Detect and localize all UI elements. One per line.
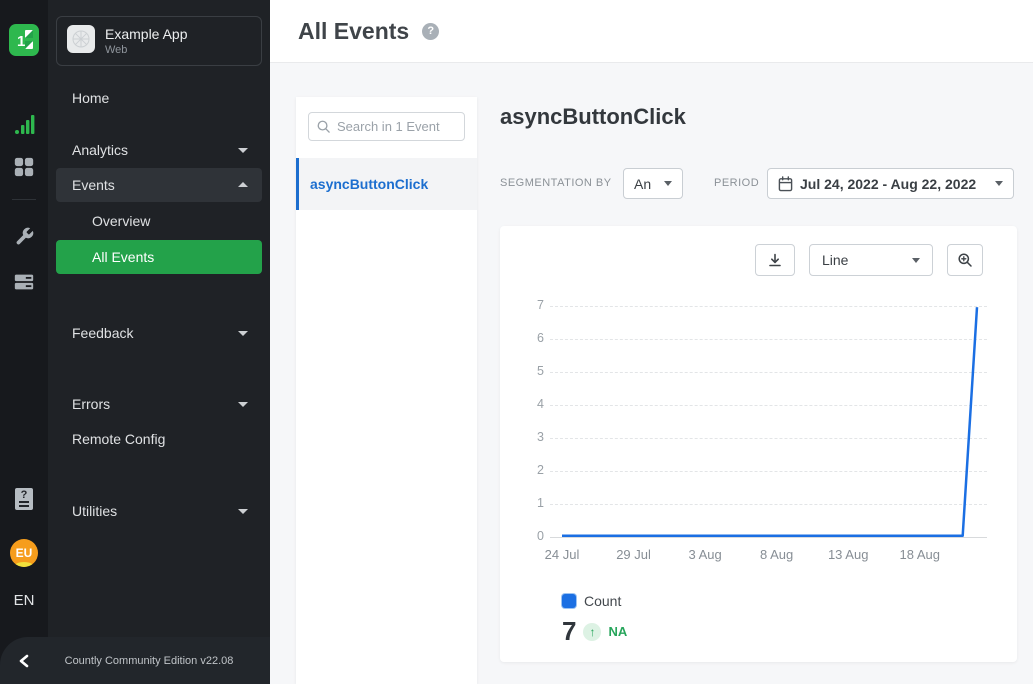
legend-checkbox-icon[interactable] [562,594,576,608]
sidebar-item-events[interactable]: Events [56,168,262,202]
sidebar-item-remote-config[interactable]: Remote Config [48,422,270,456]
sidebar-item-overview[interactable]: Overview [48,204,270,238]
help-icon[interactable]: ? [422,23,439,40]
series-total-row: 7 ↑ NA [562,616,627,647]
language-selector[interactable]: EN [0,592,48,609]
trend-up-icon: ↑ [583,623,601,641]
app-selector[interactable]: Example App Web [56,16,262,66]
page-header: All Events ? [270,0,1033,63]
calendar-icon [778,176,793,192]
chevron-up-icon [238,182,248,187]
sidebar-item-utilities[interactable]: Utilities [48,494,270,528]
page-title: All Events [298,18,409,45]
svg-text:1: 1 [17,33,25,50]
chart-card: Line 0123456724 Jul29 Jul3 Aug8 Aug13 Au… [500,226,1017,662]
zoom-button[interactable] [947,244,983,276]
dashboards-icon[interactable] [0,156,48,178]
sidebar-item-all-events[interactable]: All Events [56,240,262,274]
main-content: All Events ? asyncButtonClick asyncButto… [270,0,1033,684]
search-input[interactable] [308,112,465,141]
chart-plot[interactable]: 0123456724 Jul29 Jul3 Aug8 Aug13 Aug18 A… [550,306,987,537]
chevron-down-icon [238,402,248,407]
sidebar-nav: Example App Web Home Analytics Events Ov… [48,0,270,684]
chart-type-select[interactable]: Line [809,244,933,276]
svg-text:?: ? [21,489,28,501]
download-button[interactable] [755,244,795,276]
event-list-item[interactable]: asyncButtonClick [296,158,477,210]
report-manager-icon[interactable]: ? [0,487,48,511]
sidebar-item-feedback[interactable]: Feedback [48,316,270,350]
countly-dashboard: 1 [0,0,1033,684]
chevron-down-icon [238,148,248,153]
segmentation-label: SEGMENTATION BY [500,177,612,189]
download-icon [767,252,783,268]
collapse-sidebar-icon[interactable] [0,654,48,668]
user-avatar[interactable]: EU [10,539,38,567]
sidebar-item-analytics[interactable]: Analytics [48,133,270,167]
period-dropdown[interactable]: Jul 24, 2022 - Aug 22, 2022 [767,168,1014,199]
chevron-down-icon [238,331,248,336]
chevron-down-icon [664,181,672,186]
controls-row: SEGMENTATION BY An PERIOD Jul 24, 2022 -… [500,168,1017,199]
search-icon [316,119,331,134]
chevron-down-icon [995,181,1003,186]
countly-logo-icon[interactable]: 1 [9,24,39,61]
wrench-icon[interactable] [0,226,48,247]
app-type: Web [105,44,188,56]
sidebar-item-home[interactable]: Home [48,81,270,115]
data-manager-icon[interactable] [0,271,48,293]
series-total: 7 [562,616,576,647]
chevron-down-icon [912,258,920,263]
event-detail-title: asyncButtonClick [500,104,686,130]
legend-item-count[interactable]: Count [562,593,621,609]
version-label: Countly Community Edition v22.08 [48,655,270,667]
events-list-panel: asyncButtonClick [296,97,477,684]
segmentation-dropdown[interactable]: An [623,168,683,199]
search-box [308,112,465,141]
period-label: PERIOD [714,177,759,189]
chevron-down-icon [238,509,248,514]
sidebar-item-errors[interactable]: Errors [48,387,270,421]
magnifier-plus-icon [957,252,973,268]
app-icon [67,25,95,58]
trend-change: NA [608,624,627,639]
chart-toolbar: Line [755,244,983,276]
rail-divider [12,199,36,200]
sidebar-footer: Countly Community Edition v22.08 [0,637,270,684]
legend-label: Count [584,593,621,609]
analytics-icon[interactable] [0,112,48,136]
app-name: Example App [105,26,188,42]
icon-rail: 1 [0,0,48,684]
